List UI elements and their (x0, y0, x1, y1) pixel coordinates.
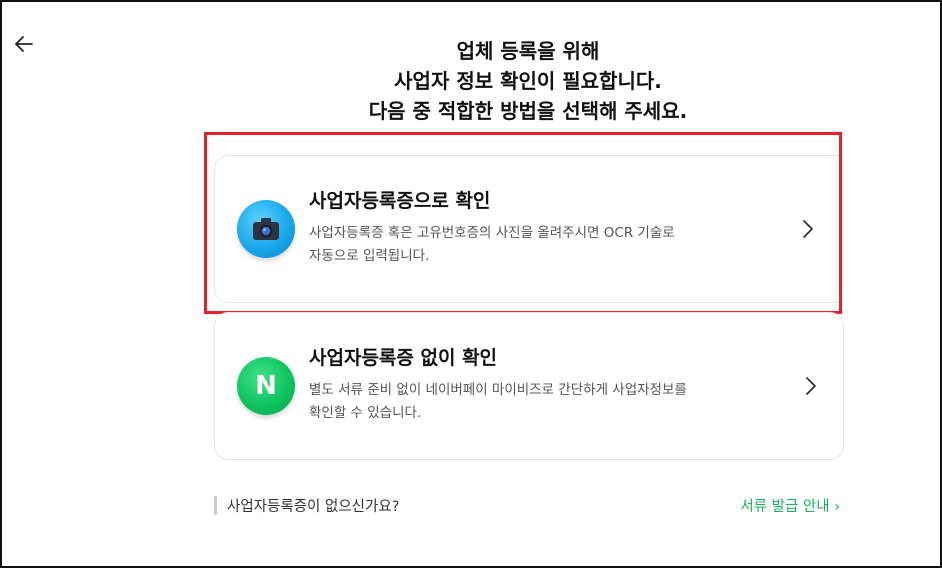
option-description: 별도 서류 준비 없이 네이버페이 마이비즈로 간단하게 사업자정보를 확인할 … (309, 379, 779, 425)
footer-divider (214, 496, 217, 515)
window-frame: 업체 등록을 위해 사업자 정보 확인이 필요합니다. 다음 중 적합한 방법을… (0, 0, 942, 568)
option-title: 사업자등록증으로 확인 (309, 190, 491, 212)
page-title-line-3: 다음 중 적합한 방법을 선택해 주세요. (368, 99, 688, 123)
page-title-line-1: 업체 등록을 위해 (456, 39, 600, 63)
naver-logo-icon: N (237, 357, 295, 415)
option-description-line-1: 사업자등록증 혹은 고유번호증의 사진을 올려주시면 OCR 기술로 (309, 225, 675, 241)
option-description-line-2: 자동으로 입력됩니다. (309, 248, 430, 264)
document-issuance-guide-link[interactable]: 서류 발급 안내 › (740, 495, 840, 516)
verify-with-certificate-option[interactable]: 사업자등록증으로 확인 사업자등록증 혹은 고유번호증의 사진을 올려주시면 O… (214, 155, 840, 303)
naver-logo-letter: N (255, 371, 277, 401)
chevron-right-icon (806, 377, 816, 395)
option-description-line-2: 확인할 수 있습니다. (309, 405, 422, 421)
option-title: 사업자등록증 없이 확인 (309, 347, 498, 369)
camera-icon (237, 200, 295, 258)
verify-without-certificate-option[interactable]: N 사업자등록증 없이 확인 별도 서류 준비 없이 네이버페이 마이비즈로 간… (214, 312, 844, 460)
back-arrow-icon[interactable] (12, 32, 36, 56)
chevron-right-icon (803, 220, 813, 238)
page-title: 업체 등록을 위해 사업자 정보 확인이 필요합니다. 다음 중 적합한 방법을… (202, 36, 854, 126)
option-description-line-1: 별도 서류 준비 없이 네이버페이 마이비즈로 간단하게 사업자정보를 (309, 382, 687, 398)
page-title-line-2: 사업자 정보 확인이 필요합니다. (394, 69, 662, 93)
option-description: 사업자등록증 혹은 고유번호증의 사진을 올려주시면 OCR 기술로 자동으로 … (309, 222, 779, 268)
no-certificate-question: 사업자등록증이 없으신가요? (227, 499, 400, 515)
